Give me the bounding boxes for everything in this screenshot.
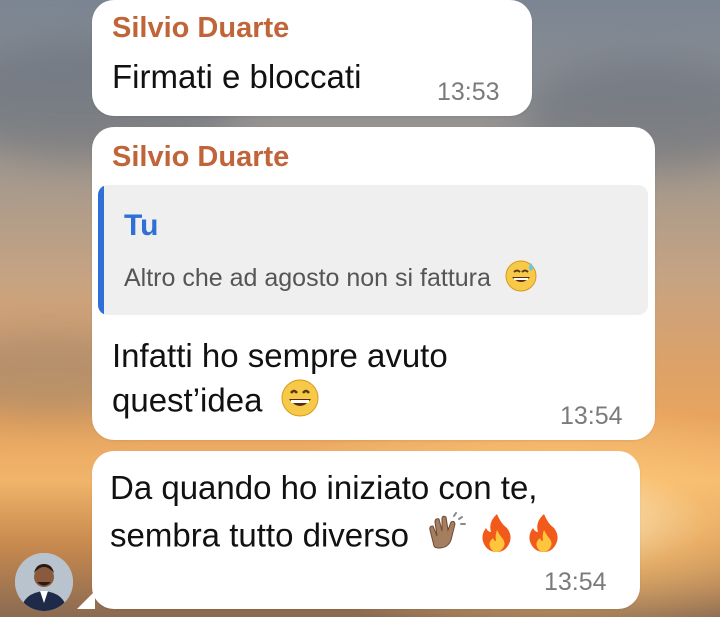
avatar[interactable] bbox=[15, 553, 73, 611]
fire-emoji-icon bbox=[479, 512, 515, 564]
message-time: 13:54 bbox=[560, 402, 623, 430]
message-bubble[interactable]: Silvio Duarte Tu Altro che ad agosto non… bbox=[92, 127, 655, 440]
reply-accent-bar bbox=[98, 185, 104, 315]
message-text-line: Da quando ho iniziato con te, bbox=[110, 469, 538, 506]
fire-emoji-icon bbox=[526, 512, 562, 564]
message-text-line-2: sembra tutto diverso bbox=[110, 512, 562, 564]
sender-name: Silvio Duarte bbox=[112, 12, 290, 44]
reply-text: Altro che ad agosto non si fattura bbox=[124, 264, 491, 293]
reply-text-row: Altro che ad agosto non si fattura bbox=[124, 259, 538, 300]
bubble-tail bbox=[77, 591, 95, 609]
message-text: Firmati e bloccati bbox=[112, 58, 362, 95]
message-text-line-2: quest’idea bbox=[112, 378, 320, 428]
sweat-smile-emoji-icon bbox=[504, 259, 538, 300]
message-text: quest’idea bbox=[112, 381, 263, 419]
reply-author: Tu bbox=[124, 209, 159, 242]
message-time: 13:54 bbox=[544, 568, 607, 596]
sender-name: Silvio Duarte bbox=[112, 141, 290, 173]
message-time: 13:53 bbox=[437, 78, 500, 106]
message-text-line: Infatti ho sempre avuto bbox=[112, 337, 448, 374]
clapping-hands-emoji-icon bbox=[424, 512, 467, 564]
grinning-emoji-icon bbox=[280, 378, 320, 428]
message-text: sembra tutto diverso bbox=[110, 516, 409, 554]
message-bubble[interactable]: Silvio Duarte Firmati e bloccati 13:53 bbox=[92, 0, 532, 116]
quoted-reply[interactable]: Tu Altro che ad agosto non si fattura bbox=[98, 185, 648, 315]
message-bubble[interactable]: Da quando ho iniziato con te, sembra tut… bbox=[92, 451, 640, 609]
